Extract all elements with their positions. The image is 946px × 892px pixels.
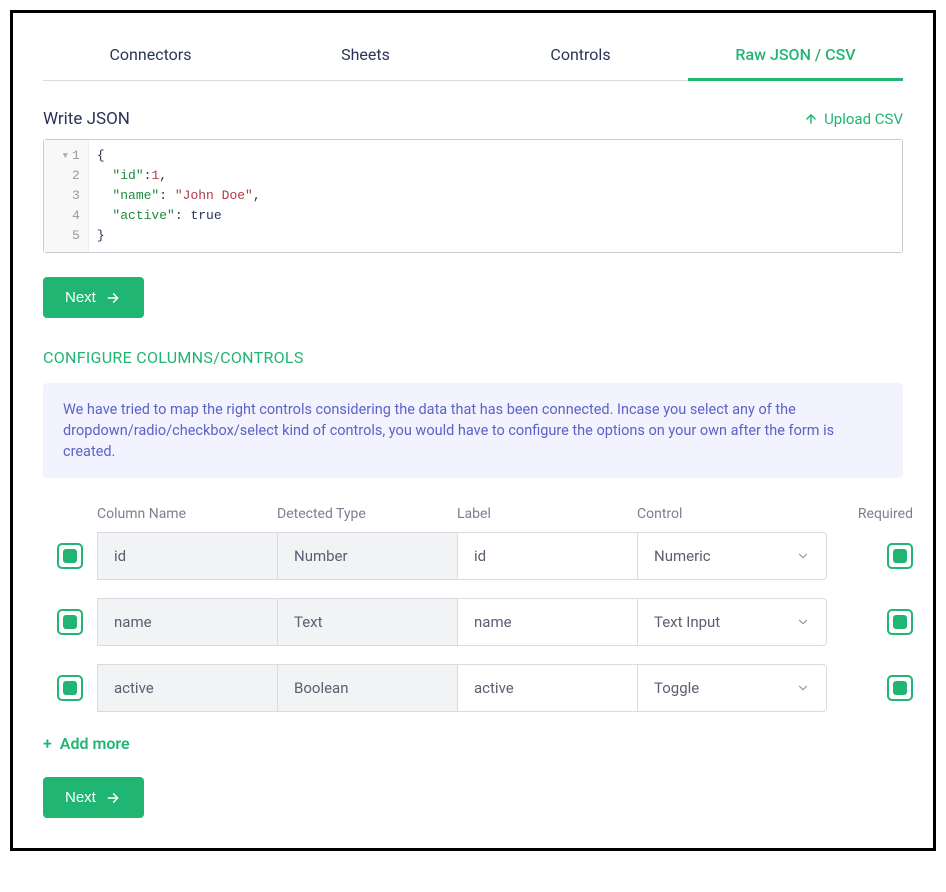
arrow-right-icon — [104, 291, 122, 305]
detected-type-value: Boolean — [294, 679, 349, 697]
line-number: 3 — [72, 186, 80, 206]
row-enabled-checkbox[interactable] — [57, 609, 83, 635]
control-value: Numeric — [654, 547, 711, 565]
detected-type-cell: Text — [277, 598, 457, 646]
next-button[interactable]: Next — [43, 277, 144, 318]
json-bool: true — [190, 208, 221, 223]
column-name-cell: name — [97, 598, 277, 646]
chevron-down-icon — [796, 681, 810, 695]
detected-type-cell: Boolean — [277, 664, 457, 712]
arrow-right-icon — [104, 791, 122, 805]
upload-csv-text: Upload CSV — [824, 110, 903, 128]
upload-icon — [804, 112, 818, 126]
column-name-value: id — [114, 547, 126, 565]
json-editor[interactable]: ▼1 2 3 4 5 { "id":1, "name": "John Doe",… — [43, 139, 903, 253]
json-comma: , — [159, 168, 167, 183]
control-select[interactable]: Numeric — [637, 532, 827, 580]
next-button-bottom[interactable]: Next — [43, 777, 144, 818]
control-select[interactable]: Text Input — [637, 598, 827, 646]
configure-columns-heading: CONFIGURE COLUMNS/CONTROLS — [43, 348, 903, 367]
table-header: Column Name Detected Type Label Control … — [43, 506, 903, 532]
label-value: active — [474, 679, 514, 697]
th-column-name: Column Name — [97, 506, 277, 522]
tab-controls[interactable]: Controls — [473, 31, 688, 80]
json-colon: : — [159, 188, 175, 203]
column-name-value: active — [114, 679, 154, 697]
column-name-value: name — [114, 613, 152, 631]
json-colon: : — [175, 208, 191, 223]
table-row: name Text name Text Input — [43, 598, 903, 646]
required-checkbox[interactable] — [887, 543, 913, 569]
tab-connectors[interactable]: Connectors — [43, 31, 258, 80]
label-value: id — [474, 547, 486, 565]
next-button-label: Next — [65, 289, 96, 306]
json-key: "active" — [112, 208, 174, 223]
column-name-cell: active — [97, 664, 277, 712]
table-row: id Number id Numeric — [43, 532, 903, 580]
control-select[interactable]: Toggle — [637, 664, 827, 712]
required-checkbox[interactable] — [887, 675, 913, 701]
control-value: Toggle — [654, 679, 699, 697]
fold-icon[interactable]: ▼ — [60, 146, 68, 166]
detected-type-value: Text — [294, 613, 323, 631]
line-number: 1 — [72, 146, 80, 166]
label-input[interactable]: name — [457, 598, 637, 646]
json-key: "name" — [112, 188, 159, 203]
plus-icon: + — [43, 734, 52, 753]
control-value: Text Input — [654, 613, 720, 631]
row-enabled-checkbox[interactable] — [57, 675, 83, 701]
upload-csv-link[interactable]: Upload CSV — [804, 110, 903, 128]
tab-sheets[interactable]: Sheets — [258, 31, 473, 80]
brace-open: { — [97, 148, 105, 163]
column-name-cell: id — [97, 532, 277, 580]
write-json-label: Write JSON — [43, 109, 130, 129]
editor-body[interactable]: { "id":1, "name": "John Doe", "active": … — [89, 140, 269, 252]
json-header-row: Write JSON Upload CSV — [43, 109, 903, 129]
th-label: Label — [457, 506, 637, 522]
add-more-link[interactable]: + Add more — [43, 734, 130, 753]
th-required: Required — [827, 506, 917, 522]
json-string: "John Doe" — [175, 188, 253, 203]
detected-type-value: Number — [294, 547, 348, 565]
columns-table: Column Name Detected Type Label Control … — [43, 506, 903, 712]
line-number: 2 — [72, 166, 80, 186]
required-checkbox[interactable] — [887, 609, 913, 635]
table-row: active Boolean active Toggle — [43, 664, 903, 712]
json-key: "id" — [112, 168, 143, 183]
chevron-down-icon — [796, 615, 810, 629]
line-number: 4 — [72, 206, 80, 226]
th-detected-type: Detected Type — [277, 506, 457, 522]
json-comma: , — [253, 188, 261, 203]
next-button-label: Next — [65, 789, 96, 806]
add-more-label: Add more — [60, 734, 130, 753]
row-enabled-checkbox[interactable] — [57, 543, 83, 569]
label-input[interactable]: id — [457, 532, 637, 580]
app-frame: Connectors Sheets Controls Raw JSON / CS… — [10, 10, 936, 851]
brace-close: } — [97, 228, 105, 243]
th-control: Control — [637, 506, 827, 522]
detected-type-cell: Number — [277, 532, 457, 580]
line-number: 5 — [72, 226, 80, 246]
chevron-down-icon — [796, 549, 810, 563]
label-value: name — [474, 613, 512, 631]
mapping-info-box: We have tried to map the right controls … — [43, 383, 903, 478]
editor-gutter: ▼1 2 3 4 5 — [44, 140, 89, 252]
tab-raw-json-csv[interactable]: Raw JSON / CSV — [688, 31, 903, 81]
data-source-tabs: Connectors Sheets Controls Raw JSON / CS… — [43, 31, 903, 81]
label-input[interactable]: active — [457, 664, 637, 712]
